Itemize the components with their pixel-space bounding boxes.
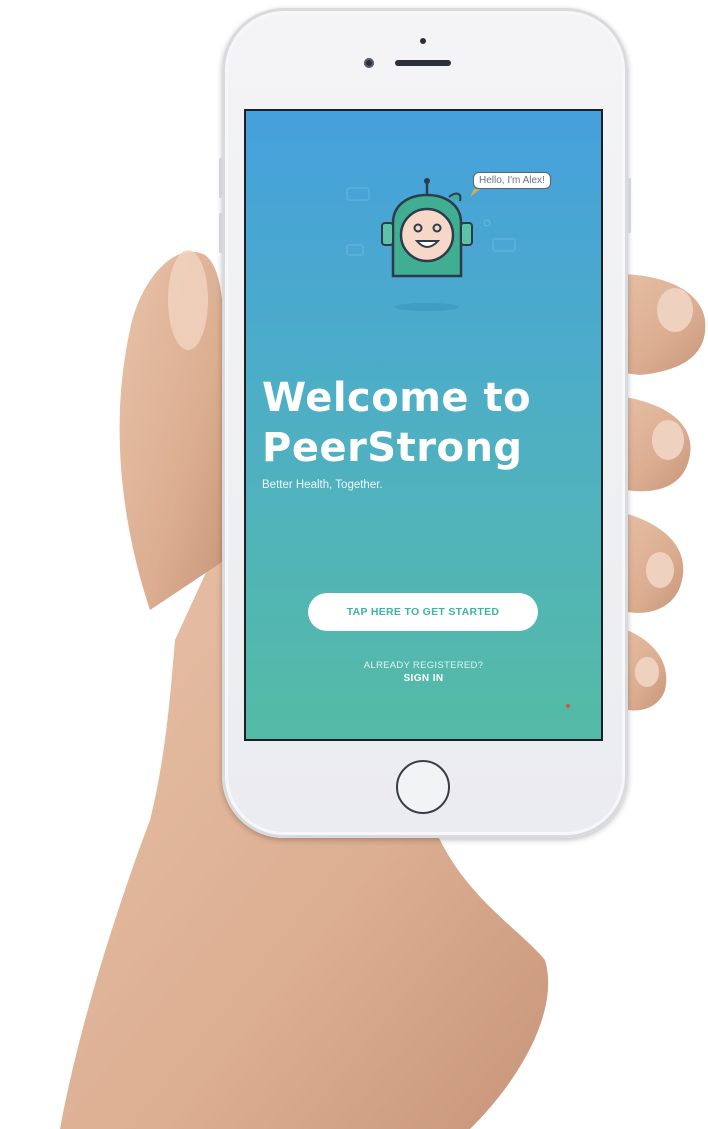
get-started-button[interactable]: TAP HERE TO GET STARTED: [308, 593, 538, 631]
power-button: [628, 178, 631, 233]
already-registered-label: ALREADY REGISTERED?: [363, 660, 484, 671]
indicator-dot: [566, 704, 570, 708]
volume-up-button: [219, 158, 222, 198]
welcome-title: Welcome to PeerStrong: [262, 375, 532, 471]
app-screen: Hello, I'm Alex! Welcome to PeerStrong B…: [244, 109, 603, 741]
speech-bubble: Hello, I'm Alex!: [473, 172, 551, 189]
earpiece-speaker: [395, 60, 451, 66]
front-camera-icon: [364, 58, 374, 68]
sign-in-link[interactable]: SIGN IN: [246, 673, 601, 684]
proximity-sensor: [420, 38, 426, 44]
volume-down-button: [219, 213, 222, 253]
tagline: Better Health, Together.: [262, 479, 383, 491]
home-button-icon[interactable]: [396, 760, 450, 814]
mascot-alex-icon: [346, 178, 516, 311]
